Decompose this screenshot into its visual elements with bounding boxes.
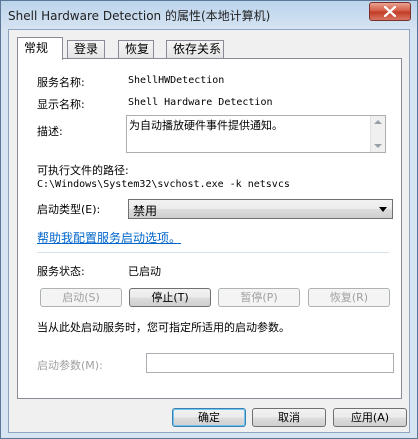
resume-button[interactable]: 恢复(R) bbox=[308, 288, 390, 307]
service-status-value: 已启动 bbox=[128, 265, 161, 278]
display-name-value: Shell Hardware Detection bbox=[128, 97, 273, 108]
properties-dialog: Shell Hardware Detection 的属性(本地计算机) 常规 登… bbox=[0, 0, 418, 439]
start-button[interactable]: 启动(S) bbox=[40, 288, 122, 307]
exe-path-label: 可执行文件的路径: bbox=[37, 164, 129, 177]
start-params-hint: 当从此处启动服务时，您可指定所适用的启动参数。 bbox=[37, 321, 290, 334]
tab-general[interactable]: 常规 bbox=[17, 37, 63, 60]
description-label: 描述: bbox=[37, 125, 63, 138]
startup-type-label: 启动类型(E): bbox=[37, 203, 101, 216]
window-title: Shell Hardware Detection 的属性(本地计算机) bbox=[8, 9, 271, 23]
tab-recovery[interactable]: 恢复 bbox=[118, 40, 154, 59]
startup-type-select[interactable]: 禁用 bbox=[128, 199, 393, 219]
chevron-down-icon bbox=[379, 207, 387, 212]
general-tab-panel: 服务名称: ShellHWDetection 显示名称: Shell Hardw… bbox=[17, 58, 402, 399]
start-params-label: 启动参数(M): bbox=[37, 359, 103, 372]
service-name-label: 服务名称: bbox=[37, 76, 85, 89]
close-button[interactable] bbox=[369, 2, 411, 21]
description-box[interactable]: 为自动播放硬件事件提供通知。 bbox=[126, 115, 386, 153]
service-name-value: ShellHWDetection bbox=[128, 75, 225, 86]
help-configure-link[interactable]: 帮助我配置服务启动选项。 bbox=[37, 229, 181, 246]
scroll-up-icon[interactable] bbox=[374, 120, 382, 124]
tab-logon[interactable]: 登录 bbox=[67, 40, 105, 59]
exe-path-value: C:\Windows\System32\svchost.exe -k netsv… bbox=[37, 179, 290, 190]
startup-type-value: 禁用 bbox=[133, 204, 158, 218]
cancel-button[interactable]: 取消 bbox=[252, 408, 326, 427]
start-params-input[interactable] bbox=[146, 353, 394, 373]
title-bar[interactable]: Shell Hardware Detection 的属性(本地计算机) bbox=[1, 1, 417, 27]
tab-dependencies[interactable]: 依存关系 bbox=[166, 40, 224, 59]
dialog-client-area: 常规 登录 恢复 依存关系 服务名称: ShellHWDetection 显示名… bbox=[8, 29, 410, 433]
scroll-down-icon[interactable] bbox=[374, 144, 382, 148]
ok-button[interactable]: 确定 bbox=[172, 408, 246, 427]
pause-button[interactable]: 暂停(P) bbox=[218, 288, 300, 307]
divider bbox=[37, 252, 389, 253]
display-name-label: 显示名称: bbox=[37, 98, 85, 111]
close-icon bbox=[384, 6, 396, 17]
description-scrollbar[interactable] bbox=[370, 116, 385, 152]
apply-button[interactable]: 应用(A) bbox=[333, 408, 407, 427]
description-value: 为自动播放硬件事件提供通知。 bbox=[129, 119, 283, 132]
service-status-label: 服务状态: bbox=[37, 265, 85, 278]
stop-button[interactable]: 停止(T) bbox=[129, 288, 211, 307]
